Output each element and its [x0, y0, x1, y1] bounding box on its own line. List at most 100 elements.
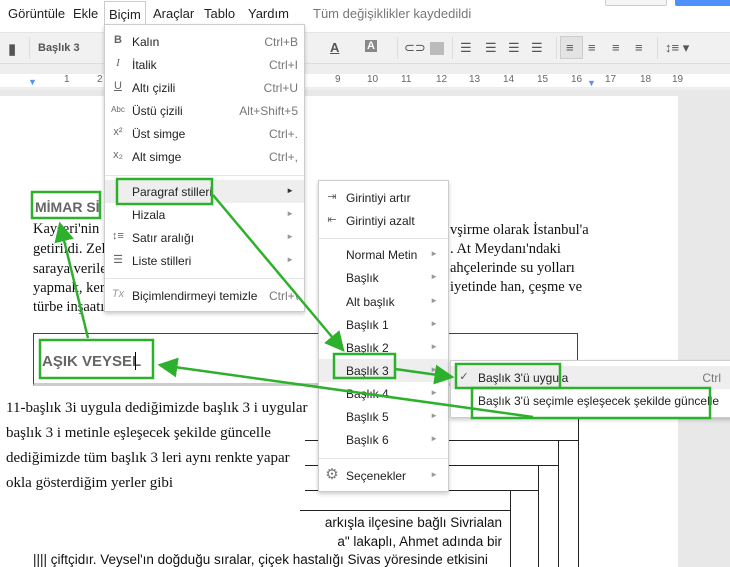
- menu-item-shortcut: Ctrl+B: [264, 35, 298, 49]
- doc-line-text: çiftçidır. Veysel'ın doğduğu sıralar, çi…: [50, 552, 488, 567]
- menu-item-label: Başlık 3'ü uygula: [478, 371, 569, 385]
- submenu-arrow-icon: ►: [430, 296, 438, 305]
- style-select[interactable]: Başlık 3: [38, 42, 80, 54]
- menu-item-indent-decrease[interactable]: ⇤ Girintiyi azalt: [319, 209, 448, 232]
- menu-item-normal-text[interactable]: Normal Metin ►: [319, 243, 448, 266]
- menu-item-label: Alt başlık: [346, 295, 395, 309]
- menu-item-label: Hizala: [132, 208, 166, 222]
- align-center-icon[interactable]: ≡: [588, 40, 596, 55]
- doc-line[interactable]: saraya verile: [33, 261, 107, 278]
- indent-decrease-icon: ⇤: [327, 214, 337, 226]
- clear-formatting-icon: Tx: [111, 288, 125, 300]
- menu-item-line-spacing[interactable]: ↕≡ Satır aralığı ►: [105, 226, 304, 249]
- doc-line[interactable]: ahçelerinde su yolları: [450, 260, 575, 277]
- menu-item-label: Başlık 4: [346, 387, 389, 401]
- align-justify-icon[interactable]: ≡: [635, 40, 643, 55]
- doc-line[interactable]: yapmak, ker: [33, 280, 105, 297]
- menu-item-label: Üst simge: [132, 127, 186, 141]
- save-status: Tüm değişiklikler kaydedildi: [313, 6, 472, 21]
- share-button[interactable]: [675, 0, 730, 6]
- menu-item-clear-formatting[interactable]: Tx Biçimlendirmeyi temizle Ctrl+\: [105, 284, 304, 307]
- menu-item-label: Üstü çizili: [132, 104, 183, 118]
- submenu-arrow-icon: ►: [430, 319, 438, 328]
- numbered-list-icon[interactable]: ☰: [460, 40, 472, 56]
- annotation-line: başlık 3 i metinle eşleşecek şekilde gün…: [6, 425, 271, 441]
- ruler-number: 9: [335, 74, 341, 85]
- line-spacing-icon: ↕≡: [112, 230, 124, 242]
- align-left-icon[interactable]: ≡: [560, 36, 583, 59]
- annotation-line: 11-başlık 3i uygula dediğimizde başlık 3…: [6, 400, 308, 416]
- doc-line[interactable]: |||| çiftçidır. Veysel'ın doğduğu sırala…: [33, 552, 488, 567]
- menu-item-subscript[interactable]: x₂ Alt simge Ctrl+,: [105, 145, 304, 168]
- menu-item-update-heading-3[interactable]: Başlık 3'ü seçimle eşleşecek şekilde gün…: [451, 389, 730, 412]
- menu-item-align[interactable]: Hizala ►: [105, 203, 304, 226]
- menu-item-strikethrough[interactable]: Abc Üstü çizili Alt+Shift+5: [105, 99, 304, 122]
- indent-marker-icon[interactable]: ▼: [28, 77, 37, 87]
- image-icon[interactable]: [430, 42, 444, 55]
- doc-line[interactable]: getirildi. Zel: [33, 241, 105, 258]
- line-spacing-icon[interactable]: ↕≡ ▾: [665, 40, 689, 56]
- doc-line[interactable]: Kayseri'nin: [33, 221, 99, 238]
- link-icon[interactable]: ⊂⊃: [404, 40, 426, 56]
- submenu-arrow-icon: ►: [430, 470, 438, 479]
- doc-line[interactable]: iyetinde han, çeşme ve: [450, 279, 582, 296]
- heading-asik-veysel[interactable]: AŞIK VEYSEL: [42, 353, 141, 370]
- menu-table[interactable]: Tablo: [200, 5, 239, 22]
- menu-item-label: Başlık 1: [346, 318, 389, 332]
- text-color-icon[interactable]: A: [330, 40, 339, 55]
- menu-help[interactable]: Yardım: [244, 5, 293, 22]
- subscript-icon: x₂: [113, 149, 123, 161]
- menu-item-subtitle[interactable]: Alt başlık ►: [319, 290, 448, 313]
- submenu-arrow-icon: ►: [286, 186, 294, 195]
- menu-item-indent-increase[interactable]: ⇥ Girintiyi artır: [319, 186, 448, 209]
- menu-item-shortcut: Alt+Shift+5: [239, 104, 298, 118]
- indent-decrease-icon[interactable]: ☰: [508, 40, 520, 56]
- ruler-number: 19: [672, 74, 684, 85]
- submenu-arrow-icon: ►: [430, 388, 438, 397]
- heading-mimar[interactable]: MİMAR Sİ: [35, 199, 100, 215]
- doc-line[interactable]: türbe inşaatı: [33, 299, 104, 316]
- menu-item-heading-5[interactable]: Başlık 5 ►: [319, 405, 448, 428]
- paragraph-styles-menu: ⇥ Girintiyi artır ⇤ Girintiyi azalt Normal…: [318, 180, 449, 492]
- menu-tools[interactable]: Araçlar: [149, 5, 198, 22]
- list-icon: ☰: [113, 254, 123, 266]
- menu-item-options[interactable]: ⚙ Seçenekler ►: [319, 464, 448, 487]
- menu-item-heading-1[interactable]: Başlık 1 ►: [319, 313, 448, 336]
- doc-line[interactable]: . At Meydanı'ndaki: [450, 241, 561, 258]
- menu-item-label: Girintiyi artır: [346, 191, 411, 205]
- highlight-color-icon[interactable]: A: [365, 40, 377, 52]
- menu-item-label: Başlık 3: [346, 364, 389, 378]
- doc-line[interactable]: a" lakaplı, Ahmet adında bir: [317, 534, 502, 549]
- menu-item-italic[interactable]: I İtalik Ctrl+I: [105, 53, 304, 76]
- menu-item-apply-heading-3[interactable]: ✓ Başlık 3'ü uygula Ctrl: [451, 366, 730, 389]
- menu-item-heading-2[interactable]: Başlık 2 ►: [319, 336, 448, 359]
- submenu-arrow-icon: ►: [430, 434, 438, 443]
- menu-item-paragraph-styles[interactable]: Paragraf stilleri ►: [105, 180, 304, 203]
- paint-format-icon[interactable]: ▮: [8, 40, 16, 58]
- align-right-icon[interactable]: ≡: [612, 40, 620, 55]
- menu-item-bold[interactable]: B Kalın Ctrl+B: [105, 30, 304, 53]
- menu-item-underline[interactable]: U Altı çizili Ctrl+U: [105, 76, 304, 99]
- menu-item-heading-3[interactable]: Başlık 3 ►: [319, 359, 448, 382]
- menu-item-label: Girintiyi azalt: [346, 214, 415, 228]
- menu-item-heading-6[interactable]: Başlık 6 ►: [319, 428, 448, 451]
- menu-item-list-styles[interactable]: ☰ Liste stilleri ►: [105, 249, 304, 272]
- menu-item-superscript[interactable]: x² Üst simge Ctrl+.: [105, 122, 304, 145]
- submenu-arrow-icon: ►: [430, 365, 438, 374]
- menu-insert[interactable]: Ekle: [69, 5, 102, 22]
- comments-button[interactable]: [605, 0, 667, 6]
- text-cursor: [135, 352, 136, 370]
- underline-icon: U: [114, 80, 122, 92]
- submenu-arrow-icon: ►: [286, 232, 294, 241]
- ruler-number: 11: [401, 74, 412, 85]
- bulleted-list-icon[interactable]: ☰: [485, 40, 497, 56]
- menu-item-heading-4[interactable]: Başlık 4 ►: [319, 382, 448, 405]
- doc-line[interactable]: vşirme olarak İstanbul'a: [450, 222, 589, 239]
- menu-view[interactable]: Görüntüle: [4, 5, 69, 22]
- right-indent-marker-icon[interactable]: ▼: [587, 78, 596, 88]
- menu-item-label: Başlık: [346, 271, 379, 285]
- indent-increase-icon[interactable]: ☰: [531, 40, 543, 56]
- menu-item-title[interactable]: Başlık ►: [319, 266, 448, 289]
- submenu-arrow-icon: ►: [286, 255, 294, 264]
- doc-line[interactable]: arkışla ilçesine bağlı Sivrialan: [317, 515, 502, 530]
